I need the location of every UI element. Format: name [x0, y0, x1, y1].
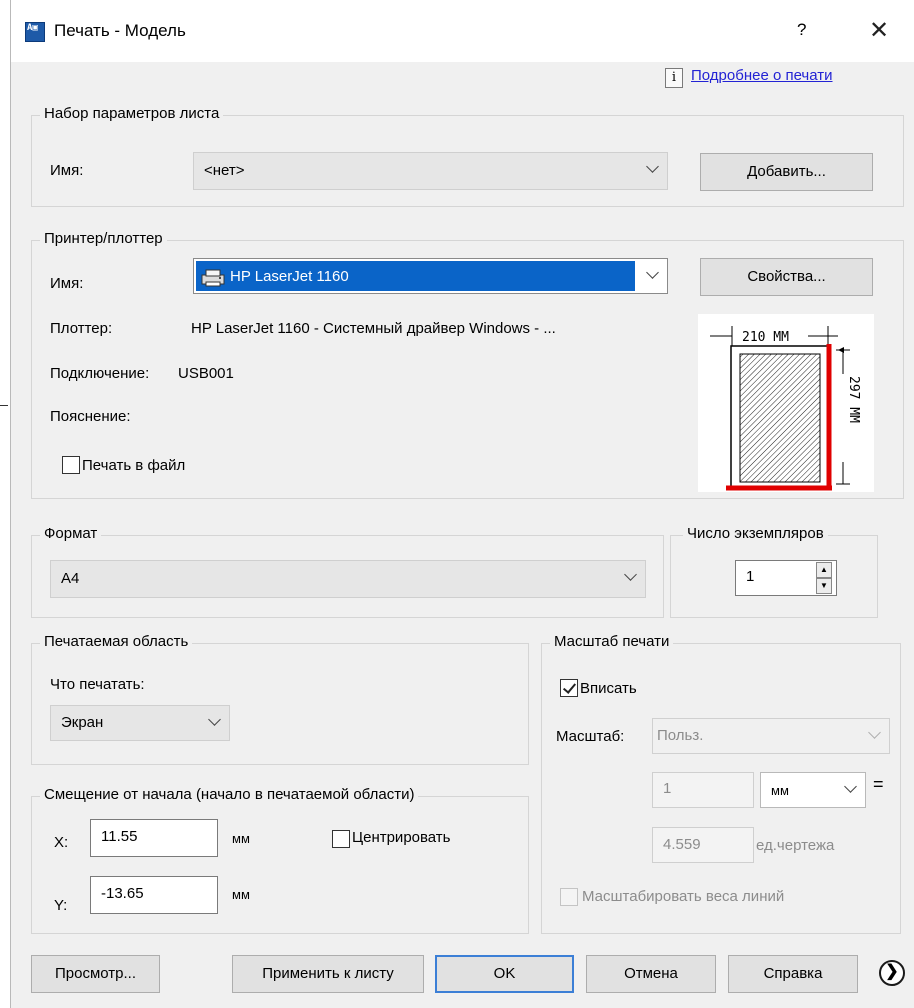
y-offset-label: Y: — [54, 897, 68, 914]
scale-unit1: мм — [771, 783, 789, 798]
scale-label: Масштаб: — [556, 728, 625, 745]
printer-name-combo[interactable]: HP LaserJet 1160 — [193, 258, 668, 294]
apply-button-label: Применить к листу — [262, 965, 394, 982]
printer-legend: Принтер/плоттер — [40, 230, 167, 247]
copies-value: 1 — [746, 568, 755, 585]
fit-to-paper-checkbox[interactable] — [560, 679, 578, 697]
help-button-label: Справка — [763, 965, 823, 982]
chevron-down-icon — [646, 160, 659, 173]
close-button[interactable]: ✕ — [869, 16, 889, 45]
x-offset-label: X: — [54, 834, 69, 851]
scale-value2-input[interactable]: 4.559 — [652, 827, 754, 863]
info-icon: i — [665, 68, 683, 88]
paper-height-label: 297 MM — [846, 376, 861, 423]
equals-sign: = — [873, 774, 884, 794]
printer-name-label: Имя: — [50, 275, 84, 292]
chevron-down-icon — [624, 568, 637, 581]
what-to-plot-label: Что печатать: — [50, 676, 145, 693]
ok-button-label: OK — [493, 965, 516, 982]
scale-lineweights-checkbox[interactable] — [560, 888, 578, 906]
scale-value: Польз. — [657, 727, 704, 744]
properties-button[interactable]: Свойства... — [700, 258, 873, 296]
plotter-value: HP LaserJet 1160 - Системный драйвер Win… — [191, 320, 556, 337]
plot-offset-legend: Смещение от начала (начало в печатаемой … — [40, 786, 419, 803]
plot-area-group: Печатаемая область Что печатать: Экран — [31, 633, 529, 765]
copies-group: Число экземпляров 1 ▲ ▼ — [670, 525, 878, 618]
page-setup-group: Набор параметров листа Имя: <нет> Добави… — [31, 105, 904, 207]
page-setup-legend: Набор параметров листа — [40, 105, 224, 122]
properties-button-label: Свойства... — [747, 268, 826, 285]
apply-to-layout-button[interactable]: Применить к листу — [232, 955, 424, 993]
chevron-down-icon — [208, 713, 221, 726]
format-combo[interactable]: A4 — [50, 560, 646, 598]
x-offset-value: 11.55 — [101, 828, 138, 845]
copies-input[interactable]: 1 ▲ ▼ — [735, 560, 837, 596]
connection-label: Подключение: — [50, 365, 150, 382]
format-value: A4 — [61, 570, 80, 587]
what-to-plot-combo[interactable]: Экран — [50, 705, 230, 741]
chevron-down-icon — [868, 726, 881, 739]
preview-button[interactable]: Просмотр... — [31, 955, 160, 993]
y-offset-value: -13.65 — [101, 885, 144, 902]
paper-width-label: 210 MM — [742, 330, 789, 345]
scale-lineweights-label[interactable]: Масштабировать веса линий — [582, 888, 784, 905]
scale-unit2: ед.чертежа — [756, 837, 835, 854]
add-button-label: Добавить... — [747, 163, 826, 180]
scale-value1-input[interactable]: 1 — [652, 772, 754, 808]
paper-preview-drawing: 210 MM 297 MM — [710, 326, 861, 491]
center-plot-label[interactable]: Центрировать — [352, 829, 451, 846]
copies-down-button[interactable]: ▼ — [816, 578, 832, 594]
chevron-down-icon — [844, 780, 857, 793]
what-to-plot-value: Экран — [61, 714, 104, 731]
window-title: Печать - Модель — [54, 21, 186, 40]
page-setup-name-value: <нет> — [204, 162, 245, 179]
scale-value2: 4.559 — [663, 836, 701, 853]
title-bar: A▣ Печать - Модель ? ✕ — [11, 0, 914, 62]
plot-area-legend: Печатаемая область — [40, 633, 193, 650]
help-button[interactable]: Справка — [728, 955, 858, 993]
help-question-button[interactable]: ? — [797, 20, 806, 40]
format-legend: Формат — [40, 525, 102, 542]
y-offset-unit: мм — [232, 887, 250, 902]
description-label: Пояснение: — [50, 408, 131, 425]
cancel-button-label: Отмена — [624, 965, 678, 982]
ok-button[interactable]: OK — [435, 955, 574, 993]
printer-name-value: HP LaserJet 1160 — [230, 268, 349, 285]
page-setup-name-combo[interactable]: <нет> — [193, 152, 668, 190]
center-plot-checkbox[interactable] — [332, 830, 350, 848]
print-dialog: A▣ Печать - Модель ? ✕ i Подробнее о печ… — [10, 0, 914, 1008]
more-options-icon[interactable]: ❯ — [879, 960, 905, 986]
print-to-file-label[interactable]: Печать в файл — [82, 457, 185, 474]
copies-legend: Число экземпляров — [683, 525, 828, 542]
copies-up-button[interactable]: ▲ — [816, 562, 832, 578]
plot-scale-group: Масштаб печати Вписать Масштаб: Польз. 1… — [541, 633, 901, 934]
scale-unit-combo[interactable]: мм — [760, 772, 866, 808]
page-setup-name-label: Имя: — [50, 162, 84, 179]
paper-preview: 210 MM 297 MM — [698, 314, 874, 492]
printer-icon — [201, 269, 225, 287]
scale-value1: 1 — [663, 780, 672, 797]
plot-offset-group: Смещение от начала (начало в печатаемой … — [31, 786, 529, 934]
format-group: Формат A4 — [31, 525, 664, 618]
preview-button-label: Просмотр... — [54, 965, 136, 982]
chevron-down-icon — [646, 266, 659, 279]
print-to-file-checkbox[interactable] — [62, 456, 80, 474]
y-offset-input[interactable]: -13.65 — [90, 876, 218, 914]
connection-value: USB001 — [178, 365, 234, 382]
scale-combo[interactable]: Польз. — [652, 718, 890, 754]
cancel-button[interactable]: Отмена — [586, 955, 716, 993]
plotter-label: Плоттер: — [50, 320, 113, 337]
edge-tick — [0, 405, 8, 406]
fit-to-paper-label[interactable]: Вписать — [580, 680, 637, 697]
printer-selected-value: HP LaserJet 1160 — [195, 260, 636, 292]
x-offset-input[interactable]: 11.55 — [90, 819, 218, 857]
more-about-printing-link[interactable]: Подробнее о печати — [691, 67, 833, 84]
plot-scale-legend: Масштаб печати — [550, 633, 674, 650]
add-button[interactable]: Добавить... — [700, 153, 873, 191]
autocad-app-icon: A▣ — [25, 22, 45, 42]
x-offset-unit: мм — [232, 831, 250, 846]
